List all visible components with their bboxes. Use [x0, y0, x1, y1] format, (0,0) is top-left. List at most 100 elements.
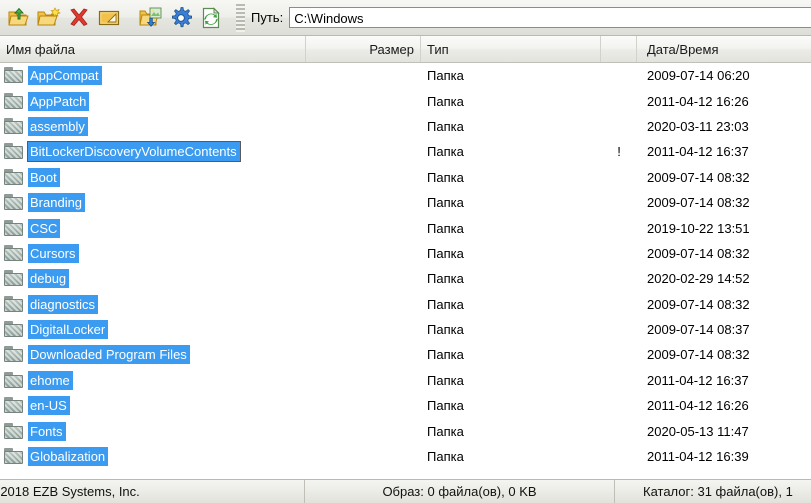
table-row[interactable]: assembly Папка 2020-03-11 23:03 [0, 114, 811, 139]
file-manager-window: Путь: C:\Windows Имя файла Размер Тип Да… [0, 0, 811, 503]
extract-icon[interactable] [4, 3, 34, 33]
cell-file-name[interactable]: assembly [0, 114, 306, 139]
delete-icon[interactable] [64, 3, 94, 33]
cell-attribute-flag [601, 342, 637, 367]
file-name-label: debug [28, 269, 70, 289]
table-row[interactable]: Fonts Папка 2020-05-13 11:47 [0, 418, 811, 443]
file-name-label: diagnostics [28, 294, 99, 314]
column-header-flag[interactable] [601, 36, 637, 62]
cell-file-size [306, 393, 421, 418]
cell-file-name[interactable]: Boot [0, 165, 306, 190]
cell-file-name[interactable]: en-US [0, 393, 306, 418]
cell-file-size [306, 368, 421, 393]
column-header-size[interactable]: Размер [306, 36, 421, 62]
cell-file-name[interactable]: Fonts [0, 418, 306, 443]
cell-attribute-flag [601, 63, 637, 88]
cell-file-size [306, 88, 421, 113]
refresh-icon[interactable] [196, 3, 226, 33]
folder-icon [4, 346, 24, 363]
file-list[interactable]: AppCompat Папка 2009-07-14 06:20 AppPatch Па… [0, 63, 811, 479]
folder-icon [4, 143, 24, 160]
cell-attribute-flag [601, 393, 637, 418]
rename-icon[interactable] [94, 3, 124, 33]
cell-file-name[interactable]: ehome [0, 368, 306, 393]
cell-file-name[interactable]: diagnostics [0, 292, 306, 317]
file-name-label: ehome [28, 370, 73, 390]
add-files-icon[interactable] [136, 3, 166, 33]
cell-file-type: Папка [427, 423, 464, 439]
file-name-label: AppPatch [28, 91, 90, 111]
cell-file-name[interactable]: AppCompat [0, 63, 306, 88]
table-row[interactable]: CSC Папка 2019-10-22 13:51 [0, 215, 811, 240]
table-row[interactable]: DigitalLocker Папка 2009-07-14 08:37 [0, 317, 811, 342]
cell-file-name[interactable]: BitLockerDiscoveryVolumeContents [0, 139, 306, 164]
column-header-name[interactable]: Имя файла [0, 36, 306, 62]
path-input[interactable]: C:\Windows [289, 7, 811, 28]
table-row[interactable]: ehome Папка 2011-04-12 16:37 [0, 368, 811, 393]
cell-file-name[interactable]: CSC [0, 215, 306, 240]
folder-icon [4, 422, 24, 440]
cell-file-date: 2020-03-11 23:03 [647, 118, 749, 134]
cell-file-date: 2020-05-13 11:47 [647, 423, 749, 439]
column-header-date[interactable]: Дата/Время [637, 36, 811, 62]
cell-file-type: Папка [427, 322, 464, 338]
cell-file-name[interactable]: Globalization [0, 444, 306, 469]
file-name-label: DigitalLocker [28, 320, 109, 340]
toolbar: Путь: C:\Windows [0, 0, 811, 36]
cell-file-type: Папка [427, 118, 464, 134]
cell-file-type: Папка [427, 169, 464, 185]
table-row[interactable]: Branding Папка 2009-07-14 08:32 [0, 190, 811, 215]
folder-icon [4, 168, 24, 186]
table-row[interactable]: AppCompat Папка 2009-07-14 06:20 [0, 63, 811, 88]
settings-gear-icon[interactable] [166, 3, 196, 33]
table-row[interactable]: AppPatch Папка 2011-04-12 16:26 [0, 88, 811, 113]
cell-file-size [306, 418, 421, 443]
cell-attribute-flag [601, 88, 637, 113]
cell-file-size [306, 215, 421, 240]
cell-file-size [306, 317, 421, 342]
cell-file-type: Папка [427, 449, 464, 465]
cell-file-size [306, 63, 421, 88]
folder-icon [4, 321, 24, 338]
cell-attribute-flag [601, 266, 637, 291]
folder-icon [4, 244, 24, 262]
folder-icon [4, 67, 24, 84]
cell-attribute-flag [601, 418, 637, 443]
cell-file-name[interactable]: AppPatch [0, 88, 306, 113]
table-row[interactable]: debug Папка 2020-02-29 14:52 [0, 266, 811, 291]
cell-file-name[interactable]: DigitalLocker [0, 317, 306, 342]
cell-attribute-flag [601, 444, 637, 469]
file-name-label: CSC [28, 218, 61, 238]
file-name-label: assembly [28, 116, 88, 136]
table-row[interactable]: Downloaded Program Files Папка 2009-07-14 … [0, 342, 811, 367]
table-row[interactable]: diagnostics Папка 2009-07-14 08:32 [0, 292, 811, 317]
cell-file-date: 2009-07-14 08:37 [647, 322, 750, 338]
column-header-type[interactable]: Тип [421, 36, 601, 62]
cell-attribute-flag [601, 292, 637, 317]
cell-attribute-flag [601, 241, 637, 266]
column-header-row: Имя файла Размер Тип Дата/Время [0, 36, 811, 63]
cell-file-name[interactable]: Downloaded Program Files [0, 342, 306, 367]
table-row[interactable]: Boot Папка 2009-07-14 08:32 [0, 165, 811, 190]
table-row[interactable]: Cursors Папка 2009-07-14 08:32 [0, 241, 811, 266]
cell-file-date: 2011-04-12 16:26 [647, 398, 749, 414]
table-row[interactable]: Globalization Папка 2011-04-12 16:39 [0, 444, 811, 469]
new-folder-icon[interactable] [34, 3, 64, 33]
table-row[interactable]: BitLockerDiscoveryVolumeContents Папка! 20… [0, 139, 811, 164]
cell-file-name[interactable]: debug [0, 266, 306, 291]
table-row[interactable]: en-US Папка 2011-04-12 16:26 [0, 393, 811, 418]
cell-file-date: 2019-10-22 13:51 [647, 220, 750, 236]
cell-file-size [306, 114, 421, 139]
cell-file-type: Папка [427, 296, 464, 312]
cell-file-type: Папка [427, 245, 464, 261]
cell-attribute-flag: ! [617, 144, 621, 160]
cell-attribute-flag [601, 165, 637, 190]
status-image-info: Образ: 0 файла(ов), 0 KB [305, 480, 615, 503]
path-label: Путь: [251, 10, 284, 25]
folder-icon [4, 194, 24, 211]
cell-file-type: Папка [427, 398, 464, 414]
cell-file-name[interactable]: Branding [0, 190, 306, 215]
cell-file-date: 2011-04-12 16:37 [647, 144, 749, 160]
cell-file-name[interactable]: Cursors [0, 241, 306, 266]
file-name-label: en-US [28, 396, 70, 416]
